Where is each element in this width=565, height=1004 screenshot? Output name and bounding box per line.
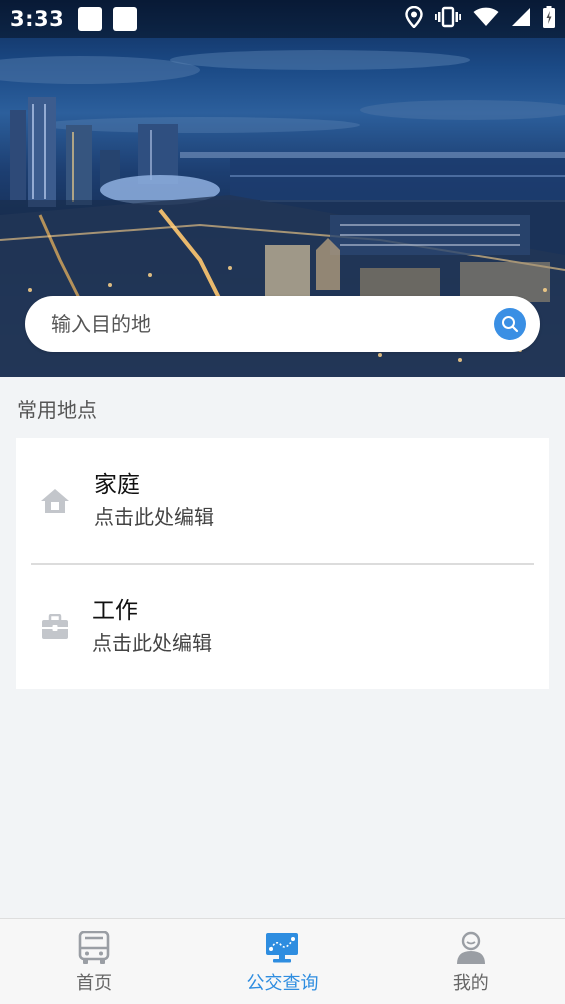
destination-search-input[interactable] (51, 312, 494, 336)
notification-icon (113, 7, 138, 31)
tab-home[interactable]: 首页 (0, 919, 188, 1004)
common-places-title: 常用地点 (17, 398, 97, 422)
tab-label: 我的 (452, 973, 489, 994)
place-name: 家庭 (94, 471, 140, 498)
signal-icon (511, 7, 531, 31)
status-time: 3:33 (10, 7, 65, 31)
bottom-navigation: 首页 公交查询 我的 (0, 918, 565, 1004)
location-icon (405, 5, 423, 32)
monitor-map-icon (265, 931, 299, 965)
place-item-home[interactable]: 家庭 点击此处编辑 (16, 438, 549, 563)
briefcase-icon (40, 612, 70, 642)
search-bar[interactable] (25, 296, 540, 352)
status-bar: 3:33 (0, 0, 565, 38)
home-icon (40, 486, 70, 516)
battery-icon (543, 6, 555, 32)
wifi-icon (473, 7, 499, 31)
place-item-work[interactable]: 工作 点击此处编辑 (16, 564, 549, 689)
tab-label: 首页 (76, 973, 113, 994)
vibrate-icon (435, 6, 461, 32)
place-edit-hint: 点击此处编辑 (92, 630, 212, 655)
place-edit-hint: 点击此处编辑 (94, 504, 214, 529)
search-icon (502, 316, 519, 333)
tab-profile[interactable]: 我的 (377, 919, 565, 1004)
search-button[interactable] (494, 308, 526, 340)
tab-bus-query[interactable]: 公交查询 (188, 919, 376, 1004)
place-home-texts: 家庭 点击此处编辑 (94, 470, 214, 532)
tab-label: 公交查询 (246, 973, 319, 994)
notification-icon (78, 7, 103, 31)
place-name: 工作 (92, 597, 138, 624)
bus-icon (77, 931, 111, 965)
common-places-list: 家庭 点击此处编辑 工作 点击此处编辑 (16, 438, 549, 689)
place-work-texts: 工作 点击此处编辑 (92, 596, 212, 658)
status-indicators (405, 5, 555, 32)
user-icon (454, 931, 488, 965)
